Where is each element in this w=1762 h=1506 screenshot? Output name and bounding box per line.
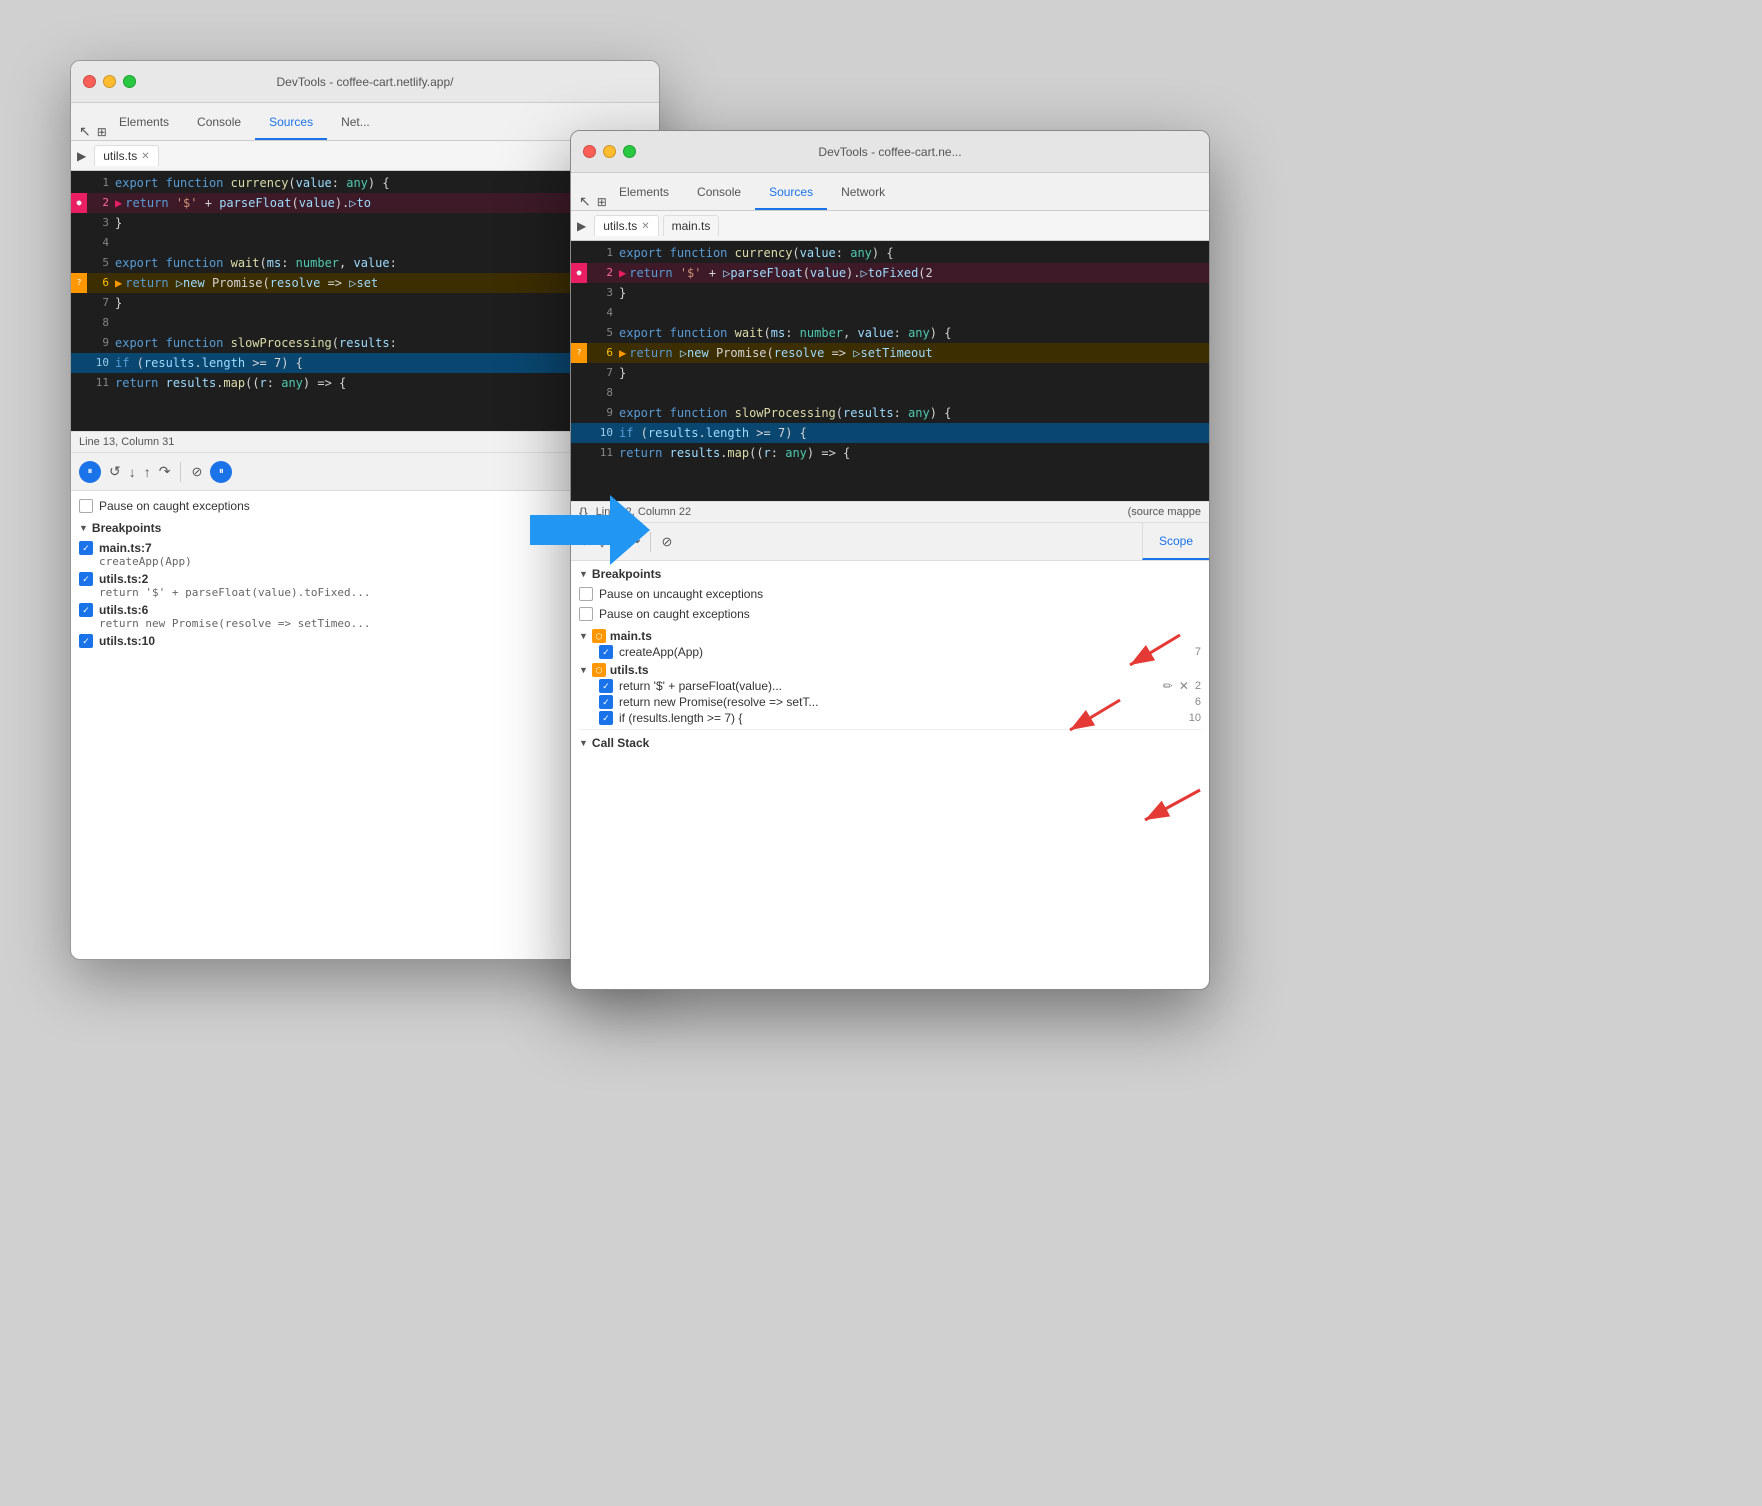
- file-tab-utils-2[interactable]: utils.ts ✕: [594, 215, 658, 236]
- scope-tab[interactable]: Scope: [1142, 523, 1209, 560]
- titlebar-2: DevTools - coffee-cart.ne...: [571, 131, 1209, 173]
- play-icon-1[interactable]: ▶: [77, 149, 86, 163]
- tab-sources-2[interactable]: Sources: [755, 176, 827, 210]
- minimize-btn-1[interactable]: [103, 75, 116, 88]
- window-title-1: DevTools - coffee-cart.netlify.app/: [277, 75, 454, 89]
- pause-caught-label-2: Pause on caught exceptions: [599, 607, 750, 621]
- bp-item-utils10[interactable]: ✓ utils.ts:10: [79, 634, 651, 648]
- minimize-btn-2[interactable]: [603, 145, 616, 158]
- bp-file-main7: main.ts:7: [99, 541, 152, 555]
- source-mapped-2: (source mappe: [1128, 506, 1201, 518]
- pause-caught-row-2[interactable]: Pause on caught exceptions: [579, 607, 1201, 621]
- status-bar-2: {} Line 12, Column 22 (source mappe: [571, 501, 1209, 523]
- file-tab-utils[interactable]: utils.ts ✕: [94, 145, 158, 166]
- close-file-tab[interactable]: ✕: [141, 151, 149, 162]
- tab-elements-2[interactable]: Elements: [605, 176, 683, 210]
- pause-caught-checkbox[interactable]: [79, 499, 93, 513]
- bp-file-utils6: utils.ts:6: [99, 603, 148, 617]
- debugger-toolbar-2: ↺ ↓ ↑ ↷ ⊘ Scope: [571, 523, 1209, 561]
- bp-check-utils10[interactable]: ✓: [79, 634, 93, 648]
- red-arrow-3: [1090, 780, 1210, 830]
- close-btn-1[interactable]: [83, 75, 96, 88]
- tab-network-2[interactable]: Network: [827, 176, 899, 210]
- bp-preview-utils2: return '$' + parseFloat(value).toFixed..…: [99, 586, 651, 599]
- file-tab-main-2[interactable]: main.ts: [663, 215, 720, 236]
- pause-caught-label: Pause on caught exceptions: [99, 499, 250, 513]
- step-over-btn-1[interactable]: ↷: [159, 463, 171, 480]
- step-into-btn-1[interactable]: ↓: [129, 464, 136, 480]
- tab-elements-1[interactable]: Elements: [105, 106, 183, 140]
- line-col-1: Line 13, Column 31: [79, 436, 174, 448]
- close-btn-2[interactable]: [583, 145, 596, 158]
- pause-async-btn-1[interactable]: ⏸: [210, 461, 232, 483]
- cursor-icon[interactable]: ↖: [79, 123, 91, 140]
- code-area-2: 1 export function currency(value: any) {…: [571, 241, 1209, 501]
- step-out-btn-1[interactable]: ↑: [144, 464, 151, 480]
- titlebar-1: DevTools - coffee-cart.netlify.app/: [71, 61, 659, 103]
- edit-icon-bp[interactable]: ✏: [1163, 679, 1173, 693]
- deactivate-btn-2[interactable]: ⊘: [661, 534, 672, 550]
- big-arrow: [530, 490, 650, 575]
- bp-check-utils2[interactable]: ✓: [79, 572, 93, 586]
- bp-section-title-2[interactable]: ▼ Breakpoints: [579, 567, 1201, 581]
- delete-icon-bp[interactable]: ✕: [1179, 679, 1189, 693]
- tab-network-1[interactable]: Net...: [327, 106, 384, 140]
- red-arrow-2: [1030, 690, 1130, 740]
- pause-uncaught-label: Pause on uncaught exceptions: [599, 587, 763, 601]
- bp-file-utils10: utils.ts:10: [99, 634, 155, 648]
- call-stack-title: Call Stack: [592, 736, 649, 750]
- utils-ts-label: utils.ts: [610, 663, 649, 677]
- tab-console-2[interactable]: Console: [683, 176, 755, 210]
- pause-btn-1[interactable]: ⏸: [79, 461, 101, 483]
- bp-check-main7[interactable]: ✓: [79, 541, 93, 555]
- cursor-icon-2[interactable]: ↖: [579, 193, 591, 210]
- bp-check-utils6[interactable]: ✓: [79, 603, 93, 617]
- tab-sources-1[interactable]: Sources: [255, 106, 327, 140]
- pause-uncaught-checkbox[interactable]: [579, 587, 593, 601]
- tab-console-1[interactable]: Console: [183, 106, 255, 140]
- bp-title-1: Breakpoints: [92, 521, 161, 535]
- step-back-btn[interactable]: ↺: [109, 463, 121, 480]
- main-ts-label: main.ts: [610, 629, 652, 643]
- devtools-window-2: DevTools - coffee-cart.ne... ↖ ⊞ Element…: [570, 130, 1210, 990]
- window-controls-1: [83, 75, 136, 88]
- bp-utils-if-line: 10: [1189, 712, 1201, 724]
- bp-preview-utils6: return new Promise(resolve => setTimeo..…: [99, 617, 651, 630]
- bp-item-utils6[interactable]: ✓ utils.ts:6 return new Promise(resolve …: [79, 603, 651, 630]
- pause-uncaught-row[interactable]: Pause on uncaught exceptions: [579, 587, 1201, 601]
- play-icon-2[interactable]: ▶: [577, 219, 586, 233]
- maximize-btn-2[interactable]: [623, 145, 636, 158]
- window-controls-2: [583, 145, 636, 158]
- bp-triangle-1: ▼: [79, 523, 88, 533]
- bp-item-utils2[interactable]: ✓ utils.ts:2 return '$' + parseFloat(val…: [79, 572, 651, 599]
- deactivate-btn-1[interactable]: ⊘: [191, 464, 202, 480]
- pause-caught-checkbox-2[interactable]: [579, 607, 593, 621]
- bp-utils-return2-line: 6: [1195, 696, 1201, 708]
- maximize-btn-1[interactable]: [123, 75, 136, 88]
- close-file-tab-2[interactable]: ✕: [641, 221, 649, 232]
- bp-file-utils2: utils.ts:2: [99, 572, 148, 586]
- window-title-2: DevTools - coffee-cart.ne...: [818, 145, 961, 159]
- bp-utils-return1-line: 2: [1195, 680, 1201, 692]
- red-arrow-1: [1080, 620, 1200, 680]
